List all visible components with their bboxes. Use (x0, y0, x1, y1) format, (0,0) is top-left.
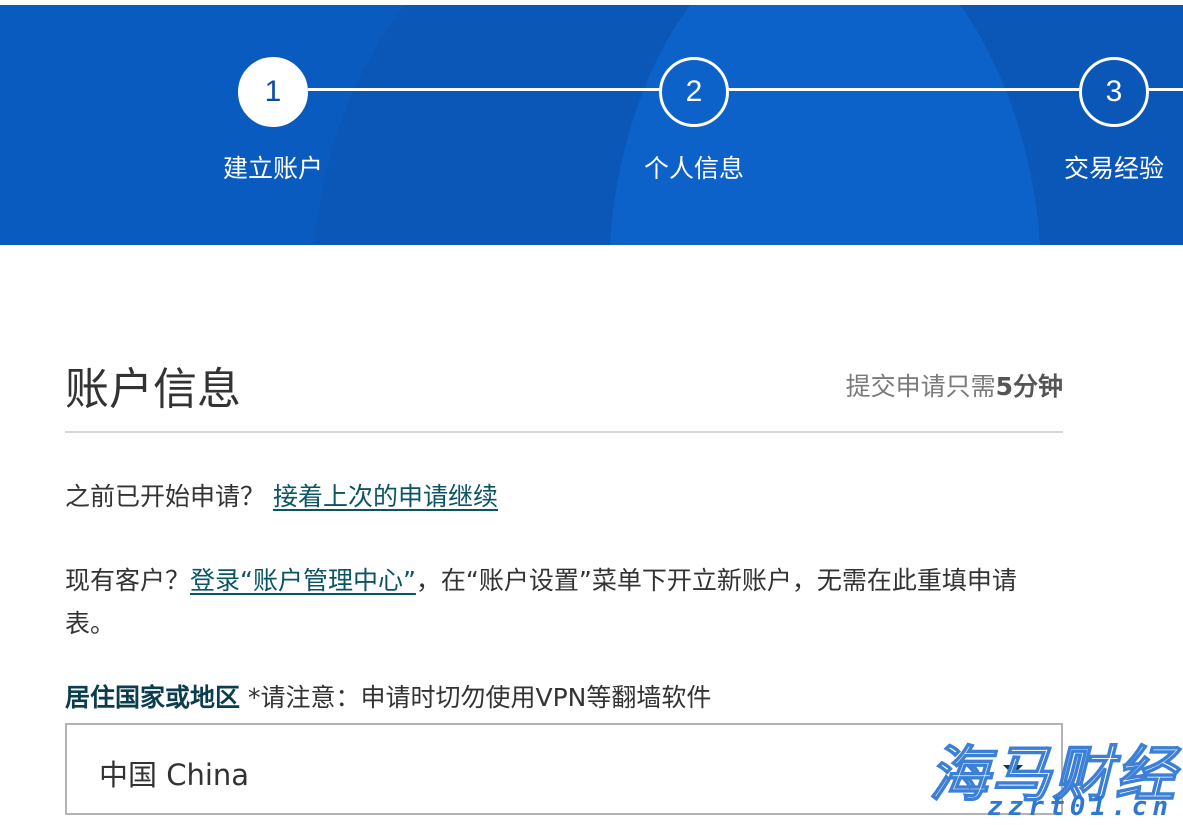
step-account-setup: 1 建立账户 (203, 57, 343, 185)
residence-country-select[interactable]: 中国 China (65, 723, 1063, 815)
duration-note: 提交申请只需5分钟 (845, 372, 1063, 401)
resume-application-text: 之前已开始申请？ 接着上次的申请继续 (65, 482, 498, 511)
step-connector-2-3 (728, 88, 1080, 91)
progress-stepper: 1 建立账户 2 个人信息 3 交易经验 (0, 5, 1183, 245)
step-number-circle: 1 (238, 57, 308, 127)
step-label: 个人信息 (643, 154, 744, 183)
resume-application-link[interactable]: 接着上次的申请继续 (273, 482, 498, 511)
page-title: 账户信息 (65, 364, 241, 415)
step-trading-experience: 3 交易经验 (1044, 57, 1183, 185)
step-label: 交易经验 (1063, 154, 1164, 183)
step-label: 建立账户 (222, 154, 323, 183)
section-header: 账户信息 提交申请只需5分钟 (65, 345, 1063, 433)
step-number-circle: 2 (659, 57, 729, 127)
chevron-down-icon (1003, 765, 1023, 775)
step-number-circle: 3 (1079, 57, 1149, 127)
step-personal-info: 2 个人信息 (624, 57, 764, 185)
step-connector-1-2 (308, 88, 660, 91)
account-center-login-link[interactable]: 登录“账户管理中心” (190, 566, 416, 595)
vpn-warning-note: *请注意：申请时切勿使用VPN等翻墙软件 (240, 683, 712, 712)
existing-client-text: 现有客户？登录“账户管理中心”，在“账户设置”菜单下开立新账户，无需在此重填申请… (65, 566, 1017, 638)
duration-value: 5分钟 (995, 372, 1063, 401)
selected-country-value: 中国 China (99, 758, 250, 792)
residence-country-label: 居住国家或地区 *请注意：申请时切勿使用VPN等翻墙软件 (65, 683, 712, 712)
banner-background-decoration (315, 5, 1183, 245)
